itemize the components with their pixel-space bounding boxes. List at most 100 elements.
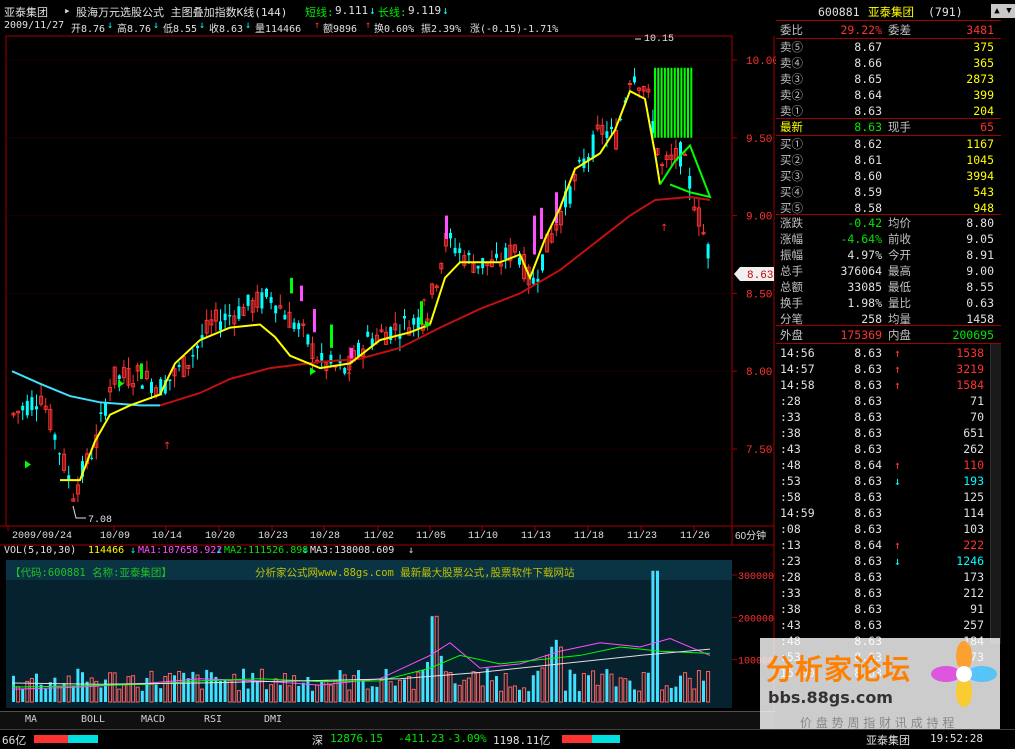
- ask-label: 卖②: [780, 88, 803, 102]
- time-tick-label: 11/05: [416, 530, 446, 542]
- time-tick-label: 11/26: [680, 530, 710, 542]
- outer-value: 175369: [840, 328, 882, 342]
- stat-value: 33085: [847, 280, 882, 294]
- tick-time: :53: [780, 474, 801, 488]
- candle-body: [223, 313, 227, 321]
- stat-value: 4.97%: [847, 248, 882, 262]
- tick-volume: 257: [963, 618, 984, 632]
- up-arrow-icon: ↑: [345, 371, 353, 382]
- signal-bar-magenta: [540, 207, 543, 239]
- ohlc-info-bar: 2009/11/27 开8.76 ↓ 高8.76 ↓ 低8.55 ↓ 收8.63…: [0, 20, 775, 35]
- tick-scrollbar[interactable]: [990, 344, 1001, 644]
- vol-ma3: MA3:138008.609: [310, 545, 395, 556]
- stat-label: 量比: [888, 296, 911, 310]
- signal-bar-magenta: [533, 215, 536, 255]
- candle-body: [246, 294, 250, 306]
- volume-bar: [393, 685, 397, 702]
- volume-bar: [223, 680, 227, 702]
- up-arrow-icon: ↑: [894, 538, 901, 552]
- down-arrow-icon: ↓: [199, 20, 206, 31]
- volume-bar: [430, 616, 434, 702]
- tick-time: :33: [780, 586, 801, 600]
- stat-label: 总手: [780, 264, 803, 278]
- down-arrow-icon: ↓: [130, 545, 137, 556]
- bid-volume: 3994: [966, 169, 994, 183]
- candle-body: [306, 334, 310, 345]
- volume-bar: [265, 689, 268, 702]
- candle-body: [449, 232, 452, 239]
- ask-label: 卖④: [780, 56, 803, 70]
- tick-volume: 103: [963, 522, 984, 536]
- stat-value: 9.00: [966, 264, 994, 278]
- main-chart[interactable]: ↑ ↑ ↑ ↑ 10.00 9.50 9.00 8.50 8.00 7.50 2009/09/2…: [0, 0, 776, 729]
- tick-volume: 3219: [956, 362, 984, 376]
- volume-bar: [173, 675, 176, 702]
- status-bar: 66亿 深 12876.15 -411.23 -3.09% 1198.11亿 亚…: [0, 729, 1015, 749]
- tick-row: :08 8.63 103: [776, 521, 998, 537]
- candle-body: [495, 253, 498, 258]
- time-tick-label: 2009/09/24: [12, 530, 72, 542]
- volume-bar: [140, 690, 144, 702]
- tick-volume: 1584: [956, 378, 984, 392]
- current-price-tag: 8.63: [734, 267, 774, 282]
- ratio-label: 委比: [780, 23, 803, 37]
- price-tick-label: 9.00: [746, 212, 772, 224]
- ask-price: 8.66: [854, 56, 882, 70]
- tab-macd[interactable]: MACD: [128, 713, 178, 727]
- tick-time: 14:58: [780, 378, 815, 392]
- candle-body: [329, 354, 333, 364]
- candle-body: [453, 247, 457, 254]
- bid-price: 8.60: [854, 169, 882, 183]
- tab-ma[interactable]: MA: [6, 713, 56, 727]
- tick-time: :38: [780, 602, 801, 616]
- code-banner: 【代码:600881 名称:亚泰集团】: [10, 567, 172, 579]
- vol-value: 114466: [88, 545, 125, 556]
- scroll-up-button[interactable]: ▲: [991, 4, 1003, 18]
- volume-legend: VOL(5,10,30) 114466 ↓ MA1:107658.922 ↓ M…: [4, 545, 774, 559]
- volume-bar: [154, 684, 158, 702]
- up-arrow-icon: ↑: [894, 378, 901, 392]
- bid-price: 8.59: [854, 185, 882, 199]
- tab-rsi[interactable]: RSI: [188, 713, 238, 727]
- diff-label: 委差: [888, 23, 911, 37]
- volume-bar: [485, 668, 489, 702]
- stat-row: 换手 1.98% 量比 0.63: [776, 295, 998, 311]
- candle-body: [274, 305, 278, 314]
- tick-time: :13: [780, 538, 801, 552]
- tick-price: 8.63: [854, 474, 882, 488]
- volume-bar: [370, 686, 374, 702]
- tab-dmi[interactable]: DMI: [248, 713, 298, 727]
- volume-bar: [205, 669, 209, 702]
- long-line-label: 长线:: [378, 6, 407, 19]
- bid-row: 买② 8.61 1045: [776, 152, 998, 168]
- volume-bar: [554, 639, 558, 702]
- volume-bar: [251, 672, 255, 702]
- bid-label: 买①: [780, 137, 803, 151]
- stat-value: 8.55: [966, 280, 994, 294]
- indicator-tabs: MA BOLL MACD RSI DMI: [0, 711, 775, 729]
- volume-bar: [421, 670, 425, 702]
- stat-label: 涨幅: [780, 232, 803, 246]
- tick-price: 8.63: [854, 442, 882, 456]
- volume-bar: [48, 682, 52, 702]
- time-axis: 2009/09/24 10/09 10/14 10/20 10/23 10/28 11/02…: [7, 526, 710, 542]
- volume-bar: [573, 673, 577, 702]
- index-change: -411.23: [398, 732, 445, 745]
- scroll-down-button[interactable]: ▼: [1003, 4, 1015, 18]
- bar-open: 开8.76: [71, 24, 106, 35]
- volume-tick-label: 200000: [738, 614, 774, 625]
- time-tick-label: 10/14: [152, 530, 182, 542]
- volume-bar: [527, 691, 531, 702]
- stock-name[interactable]: 亚泰集团: [4, 4, 48, 20]
- tick-price: 8.64: [854, 538, 882, 552]
- index-value[interactable]: 12876.15: [330, 732, 383, 745]
- down-arrow-icon: ↓: [153, 20, 160, 31]
- signal-bars: [140, 67, 693, 379]
- tick-price: 8.63: [854, 602, 882, 616]
- volume-bar: [71, 686, 75, 702]
- inner-value: 200695: [952, 328, 994, 342]
- candle-body: [117, 375, 121, 379]
- tab-boll[interactable]: BOLL: [68, 713, 118, 727]
- status-stock[interactable]: 亚泰集团: [866, 732, 910, 748]
- tick-row: :53 8.63 ↓ 193: [776, 473, 998, 489]
